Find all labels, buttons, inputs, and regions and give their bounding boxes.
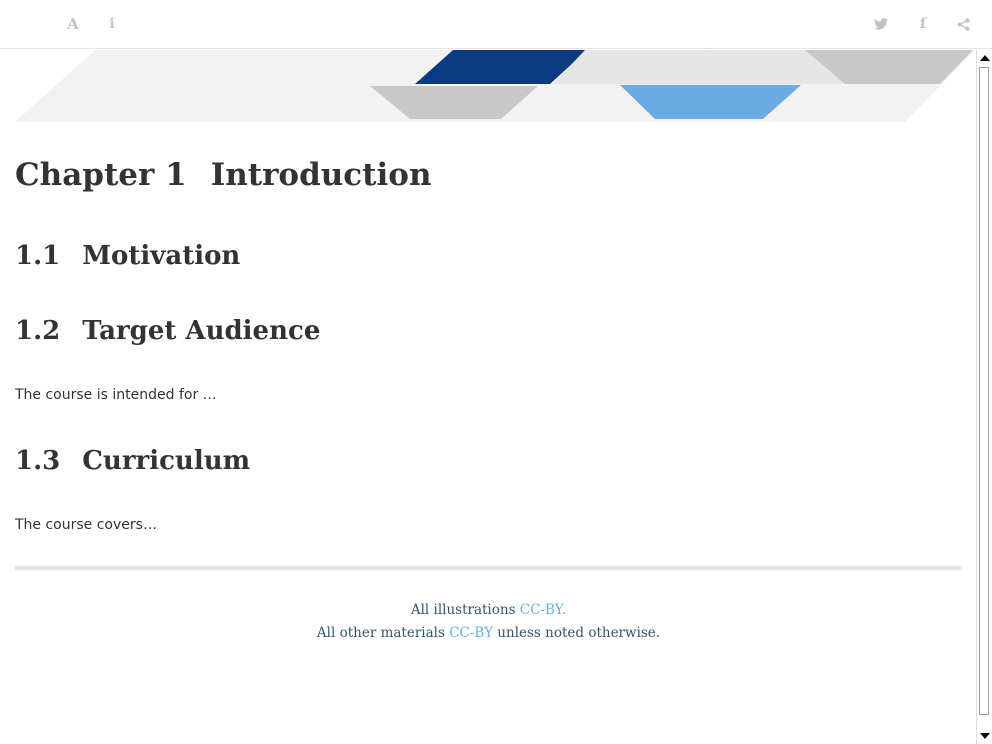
- section-number: 1.1: [15, 241, 61, 271]
- section-number: 1.2: [15, 316, 61, 346]
- scrollbar-thumb[interactable]: [979, 67, 989, 715]
- twitter-bird-shape: [874, 18, 888, 30]
- font-settings-icon[interactable]: A: [63, 14, 83, 34]
- font-settings-glyph: A: [67, 15, 79, 33]
- section-number: 1.3: [15, 446, 61, 476]
- chapter-title: Chapter 1 Introduction: [15, 156, 432, 194]
- section-title: Motivation: [82, 241, 241, 271]
- chapter-number: Chapter 1: [15, 157, 187, 193]
- curriculum-paragraph: The course covers…: [15, 517, 157, 533]
- share-icon[interactable]: [953, 14, 973, 34]
- chapter-title-text: Introduction: [210, 157, 432, 193]
- book-header-toolbar: A i f: [0, 0, 992, 49]
- target-audience-paragraph: The course is intended for …: [15, 387, 217, 403]
- section-title: Target Audience: [82, 316, 321, 346]
- twitter-icon[interactable]: [871, 14, 891, 34]
- vertical-scrollbar[interactable]: [976, 50, 992, 744]
- footer-line-materials: All other materials CC-BY unless noted o…: [15, 622, 962, 645]
- footer-divider: [15, 566, 962, 570]
- section-heading-motivation: 1.1 Motivation: [15, 240, 240, 272]
- scroll-up-arrow-icon[interactable]: [980, 55, 990, 61]
- section-heading-target-audience: 1.2 Target Audience: [15, 315, 320, 347]
- info-glyph: i: [109, 16, 115, 32]
- page-footer: All illustrations CC-BY. All other mater…: [15, 599, 962, 645]
- share-nodes-shape: [957, 17, 969, 31]
- scroll-down-arrow-icon[interactable]: [980, 733, 990, 739]
- facebook-glyph: f: [919, 16, 927, 32]
- footer-materials-suffix: unless noted otherwise.: [493, 625, 661, 641]
- info-icon[interactable]: i: [102, 14, 122, 34]
- materials-license-link[interactable]: CC-BY: [449, 625, 493, 641]
- section-heading-curriculum: 1.3 Curriculum: [15, 445, 250, 477]
- footer-illustrations-text: All illustrations: [410, 602, 520, 618]
- decorative-banner: [15, 50, 975, 122]
- footer-materials-text: All other materials: [316, 625, 450, 641]
- section-title: Curriculum: [82, 446, 251, 476]
- footer-line-illustrations: All illustrations CC-BY.: [15, 599, 962, 622]
- illustrations-license-link[interactable]: CC-BY.: [520, 602, 566, 618]
- facebook-icon[interactable]: f: [913, 14, 933, 34]
